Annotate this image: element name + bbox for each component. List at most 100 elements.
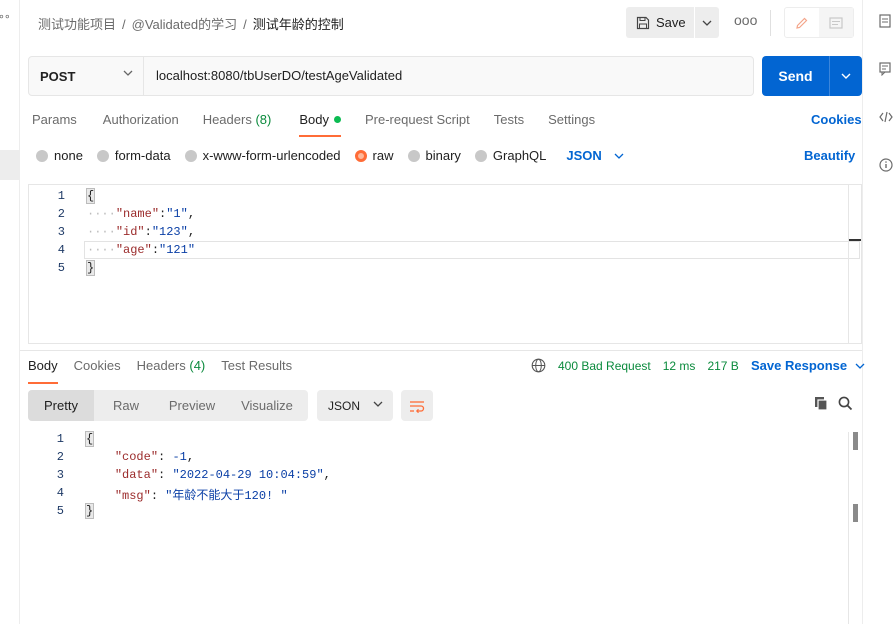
comment-view-button[interactable] (819, 8, 853, 37)
line-number: 2 (57, 207, 65, 221)
tab-settings[interactable]: Settings (548, 112, 595, 136)
wrap-lines-button[interactable] (401, 390, 433, 421)
sidebar-selected-item[interactable] (0, 150, 19, 180)
status-code[interactable]: 400 Bad Request (558, 359, 651, 373)
response-scrollbar[interactable] (848, 432, 862, 624)
body-type-binary[interactable]: binary (407, 148, 461, 163)
line-number: 3 (57, 225, 65, 239)
send-options-caret[interactable] (829, 56, 862, 96)
response-format-select[interactable]: JSON (317, 390, 393, 421)
response-body-viewer[interactable]: 1 2 3 4 5 { "code": -1, "data": "2022-04… (28, 431, 838, 532)
pane-resize-handle[interactable] (20, 350, 862, 351)
chevron-down-icon (841, 73, 851, 79)
tab-response-body[interactable]: Body (28, 358, 58, 384)
view-preview[interactable]: Preview (158, 390, 226, 421)
right-sidebar-strip (862, 0, 896, 624)
tab-body[interactable]: Body (299, 112, 341, 137)
response-tabs: Body Cookies Headers (4) Test Results (28, 358, 292, 384)
radio-button[interactable] (474, 149, 487, 162)
radio-button[interactable] (407, 149, 420, 162)
line-number: 3 (56, 468, 64, 482)
tab-response-headers[interactable]: Headers (4) (137, 358, 206, 382)
more-options-button[interactable]: ooo (734, 12, 757, 28)
radio-button[interactable] (184, 149, 197, 162)
tab-label: Body (299, 112, 329, 127)
documentation-icon[interactable] (879, 14, 893, 30)
request-header: 测试功能项目 / @Validated的学习 / 测试年龄的控制 Save ooo (20, 0, 862, 46)
body-type-raw[interactable]: raw (354, 148, 394, 163)
url-input[interactable] (156, 68, 736, 83)
tab-tests[interactable]: Tests (494, 112, 524, 136)
copy-icon[interactable] (814, 396, 829, 414)
tab-authorization[interactable]: Authorization (103, 112, 179, 136)
scrollbar-thumb[interactable] (853, 504, 858, 522)
body-type-urlencoded[interactable]: x-www-form-urlencoded (184, 148, 341, 163)
radio-label: x-www-form-urlencoded (202, 148, 341, 163)
code-line: { (85, 188, 96, 204)
response-size[interactable]: 217 B (707, 359, 738, 373)
cookies-link[interactable]: Cookies (811, 112, 862, 127)
view-raw[interactable]: Raw (94, 390, 158, 421)
breadcrumb-request[interactable]: 测试年龄的控制 (253, 17, 344, 32)
editor-scrollbar[interactable] (848, 185, 861, 343)
tab-params[interactable]: Params (32, 112, 77, 136)
radio-label: GraphQL (492, 148, 547, 163)
tab-label: Tests (493, 112, 525, 127)
divider (770, 10, 771, 36)
request-body-editor[interactable]: 1 2 3 4 5 { ····"name":"1", ····"id":"12… (28, 184, 862, 344)
tab-headers[interactable]: Headers (8) (203, 112, 272, 136)
line-number: 4 (57, 243, 65, 257)
chevron-down-icon (373, 401, 383, 407)
view-visualize[interactable]: Visualize (226, 390, 308, 421)
code-line: "msg": "年龄不能大于120! " (114, 489, 288, 503)
headers-count: (4) (189, 358, 206, 373)
body-format-select[interactable]: JSON (566, 148, 624, 163)
chevron-down-icon (855, 363, 865, 369)
json-value: "121" (159, 243, 196, 257)
breadcrumb-collection[interactable]: 测试功能项目 (38, 17, 116, 32)
info-icon[interactable] (879, 158, 893, 174)
radio-label: raw (372, 148, 394, 163)
breadcrumb-folder[interactable]: @Validated的学习 (132, 17, 237, 32)
search-icon[interactable] (838, 396, 853, 414)
line-number: 5 (56, 504, 64, 518)
radio-button[interactable] (96, 149, 109, 162)
response-time[interactable]: 12 ms (663, 359, 696, 373)
body-type-none[interactable]: none (36, 148, 83, 163)
scrollbar-thumb[interactable] (849, 239, 861, 241)
radio-button[interactable] (36, 149, 48, 162)
save-button[interactable]: Save (626, 7, 693, 38)
tab-label: Authorization (102, 112, 179, 127)
tab-label: Body (28, 358, 58, 373)
globe-icon[interactable] (531, 358, 546, 373)
comments-icon[interactable] (879, 62, 893, 78)
code-icon[interactable] (879, 110, 893, 126)
tab-response-cookies[interactable]: Cookies (74, 358, 121, 382)
brace: { (85, 188, 96, 204)
brace: } (84, 503, 95, 519)
json-value: "年龄不能大于120! " (165, 489, 288, 503)
format-label: JSON (328, 398, 361, 413)
edit-button[interactable] (785, 8, 819, 37)
radio-label: none (54, 148, 83, 163)
scrollbar-thumb[interactable] (853, 432, 858, 450)
more-dots-icon[interactable]: ∘∘ (0, 10, 11, 23)
tab-pre-request-script[interactable]: Pre-request Script (365, 112, 470, 136)
code-line: ····"id":"123", (87, 225, 196, 239)
body-type-graphql[interactable]: GraphQL (474, 148, 547, 163)
code-line: ····"age":"121" (87, 243, 196, 257)
save-options-caret[interactable] (694, 7, 719, 38)
line-number: 1 (56, 432, 64, 446)
brace: } (85, 260, 96, 276)
body-type-form-data[interactable]: form-data (96, 148, 171, 163)
json-value: "123" (151, 225, 188, 239)
beautify-button[interactable]: Beautify (804, 148, 855, 163)
tab-test-results[interactable]: Test Results (221, 358, 292, 382)
json-key: "name" (115, 207, 160, 221)
view-pretty[interactable]: Pretty (28, 390, 94, 421)
radio-button-selected[interactable] (354, 149, 367, 162)
method-select[interactable]: POST (29, 57, 144, 95)
tab-label: Cookies (73, 358, 121, 373)
send-button[interactable]: Send (762, 56, 829, 96)
save-response-button[interactable]: Save Response (751, 358, 865, 373)
